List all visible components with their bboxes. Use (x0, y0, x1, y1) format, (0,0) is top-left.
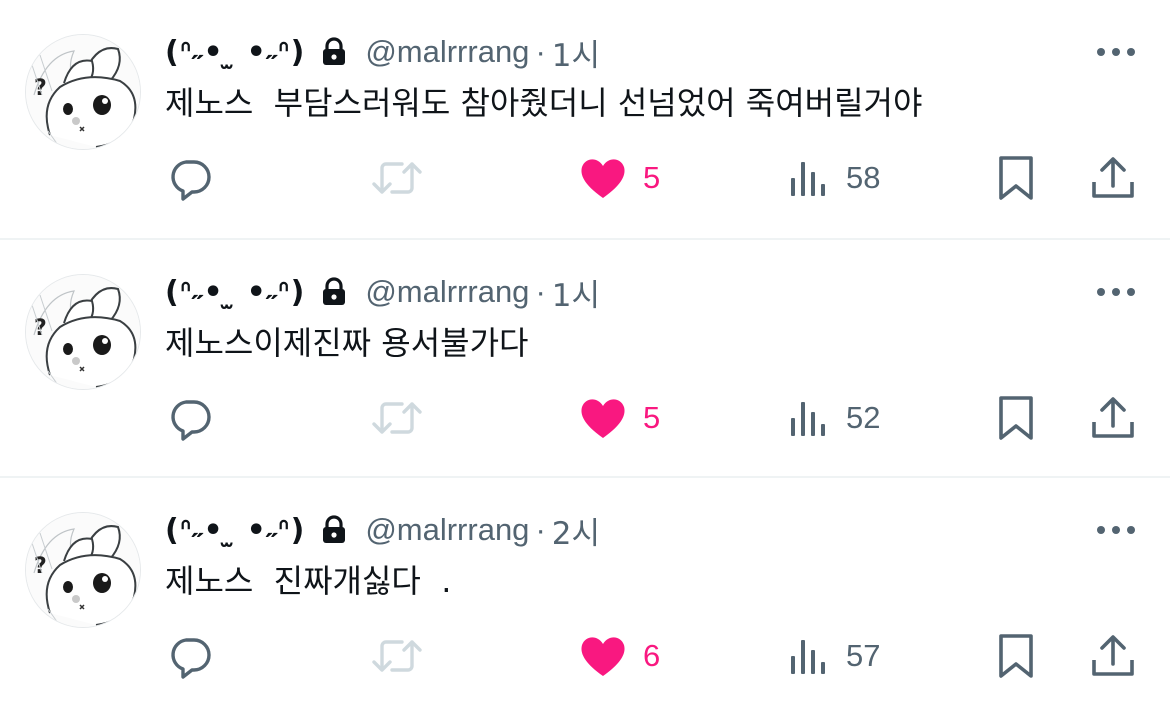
separator-dot: · (535, 274, 546, 309)
bookmark-icon (999, 156, 1033, 200)
share-button[interactable] (1089, 390, 1137, 446)
handle[interactable]: @malrrrang (365, 512, 529, 548)
timestamp[interactable]: 1시 (552, 270, 600, 315)
view-count: 58 (846, 160, 881, 195)
view-count: 57 (846, 638, 881, 673)
reply-icon (171, 400, 211, 441)
bookmark-button[interactable] (996, 628, 1036, 684)
action-bar: 6 57 (0, 628, 1170, 684)
display-name[interactable]: (ᐢ˶• ̫ •˶ᐢ) (165, 513, 305, 548)
views-icon (791, 162, 825, 196)
avatar[interactable]: ? (25, 512, 141, 628)
retweet-button[interactable] (370, 628, 424, 684)
tweet-header: (ᐢ˶• ̫ •˶ᐢ) @malrrrang · 1시 (165, 30, 600, 74)
share-button[interactable] (1089, 628, 1137, 684)
like-count: 5 (643, 160, 661, 195)
tweet[interactable]: ? (ᐢ˶• ̫ •˶ᐢ) @malrrrang · 1시 (0, 0, 1170, 240)
views-button[interactable]: 52 (788, 390, 880, 446)
tweet-header: (ᐢ˶• ̫ •˶ᐢ) @malrrrang · 1시 (165, 270, 600, 314)
more-icon[interactable] (1094, 282, 1138, 302)
heart-icon (581, 637, 625, 676)
handle[interactable]: @malrrrang (365, 34, 529, 70)
tweet-text: 제노스 부담스러워도 참아줬더니 선넘었어 죽여버릴거야 (165, 84, 923, 122)
svg-text:?: ? (34, 554, 47, 579)
bookmark-button[interactable] (996, 150, 1036, 206)
timestamp[interactable]: 2시 (552, 508, 600, 553)
svg-text:?: ? (34, 76, 47, 101)
lock-icon (321, 515, 347, 545)
lock-icon (321, 277, 347, 307)
bunny-avatar-icon: ? (26, 35, 140, 149)
retweet-button[interactable] (370, 390, 424, 446)
heart-icon (581, 159, 625, 198)
timestamp[interactable]: 1시 (552, 30, 600, 75)
views-button[interactable]: 58 (788, 150, 880, 206)
tweet[interactable]: ? (ᐢ˶• ̫ •˶ᐢ) @malrrrang · 1시 (0, 240, 1170, 478)
bookmark-icon (999, 634, 1033, 678)
reply-icon (171, 638, 211, 679)
views-icon (791, 640, 825, 674)
bookmark-button[interactable] (996, 390, 1036, 446)
like-button[interactable]: 5 (579, 390, 660, 446)
separator-dot: · (535, 512, 546, 547)
tweet[interactable]: ? (ᐢ˶• ̫ •˶ᐢ) @malrrrang · 2시 제노스 진짜개싫다 … (0, 478, 1170, 712)
tweet-text: 제노스 진짜개싫다 . (165, 562, 452, 600)
reply-button[interactable] (166, 390, 214, 446)
reply-button[interactable] (166, 150, 214, 206)
like-count: 5 (643, 400, 661, 435)
action-bar: 5 58 (0, 150, 1170, 206)
avatar[interactable]: ? (25, 34, 141, 150)
bunny-avatar-icon: ? (26, 275, 140, 389)
reply-icon (171, 160, 211, 201)
svg-text:?: ? (34, 316, 47, 341)
share-icon (1092, 157, 1134, 198)
handle[interactable]: @malrrrang (365, 274, 529, 310)
share-button[interactable] (1089, 150, 1137, 206)
display-name[interactable]: (ᐢ˶• ̫ •˶ᐢ) (165, 35, 305, 70)
share-icon (1092, 635, 1134, 676)
more-icon[interactable] (1094, 42, 1138, 62)
avatar[interactable]: ? (25, 274, 141, 390)
like-button[interactable]: 6 (579, 628, 660, 684)
more-icon[interactable] (1094, 520, 1138, 540)
heart-icon (581, 399, 625, 438)
views-button[interactable]: 57 (788, 628, 880, 684)
share-icon (1092, 397, 1134, 438)
bookmark-icon (999, 396, 1033, 440)
lock-icon (321, 37, 347, 67)
reply-button[interactable] (166, 628, 214, 684)
retweet-icon (372, 162, 422, 194)
view-count: 52 (846, 400, 881, 435)
tweet-text: 제노스이제진짜 용서불가다 (165, 324, 529, 362)
tweet-header: (ᐢ˶• ̫ •˶ᐢ) @malrrrang · 2시 (165, 508, 600, 552)
like-button[interactable]: 5 (579, 150, 660, 206)
like-count: 6 (643, 638, 661, 673)
retweet-icon (372, 640, 422, 672)
display-name[interactable]: (ᐢ˶• ̫ •˶ᐢ) (165, 275, 305, 310)
separator-dot: · (535, 34, 546, 69)
views-icon (791, 402, 825, 436)
retweet-button[interactable] (370, 150, 424, 206)
action-bar: 5 52 (0, 390, 1170, 446)
bunny-avatar-icon: ? (26, 513, 140, 627)
tweet-feed: ? (ᐢ˶• ̫ •˶ᐢ) @malrrrang · 1시 제노스 부담스러워도… (0, 0, 1170, 712)
retweet-icon (372, 402, 422, 434)
